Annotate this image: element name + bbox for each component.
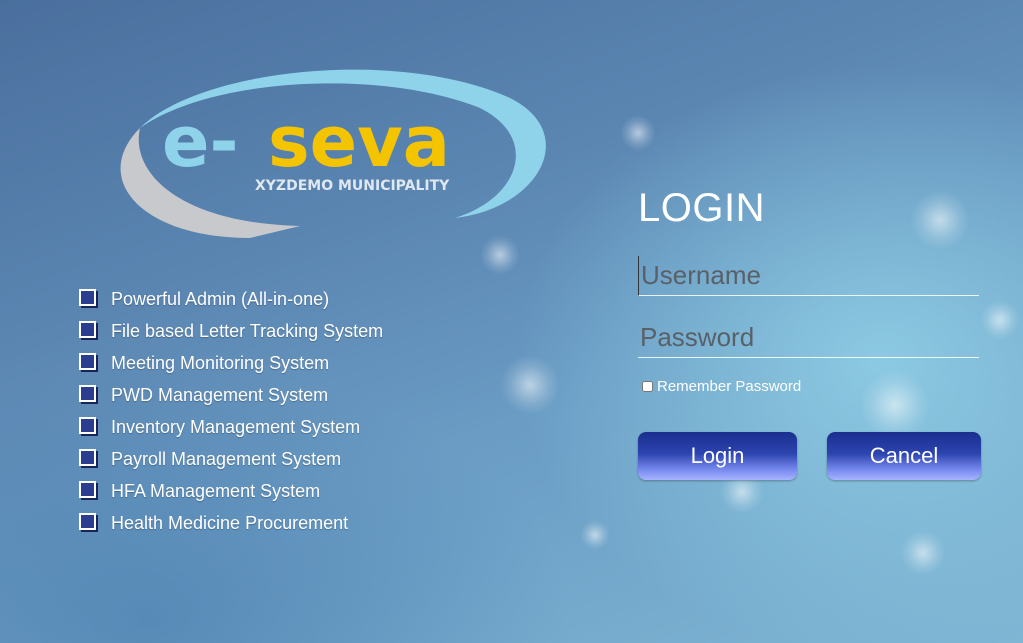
feature-label: Payroll Management System	[111, 448, 342, 469]
login-button[interactable]: Login	[638, 432, 797, 480]
list-item: Meeting Monitoring System	[79, 347, 383, 379]
background-bokeh	[900, 530, 946, 576]
background-bokeh	[620, 115, 656, 151]
remember-password-label: Remember Password	[657, 378, 802, 395]
checkbox-bullet-icon	[79, 416, 96, 434]
background-bokeh	[500, 355, 560, 415]
username-input[interactable]	[638, 256, 979, 296]
remember-password[interactable]: Remember Password	[642, 378, 801, 395]
list-item: Health Medicine Procurement	[79, 507, 383, 539]
list-item: PWD Management System	[79, 379, 383, 411]
remember-password-checkbox[interactable]	[642, 381, 653, 392]
password-input[interactable]	[638, 318, 979, 358]
feature-label: File based Letter Tracking System	[111, 320, 384, 341]
e-seva-logo: e- seva XYZDEMO MUNICIPALITY	[120, 69, 546, 238]
logo-e: e-	[162, 101, 239, 183]
logo-seva: seva	[268, 101, 450, 183]
checkbox-bullet-icon	[79, 480, 96, 498]
list-item: Inventory Management System	[79, 411, 383, 443]
feature-label: Powerful Admin (All-in-one)	[111, 288, 330, 309]
background-bokeh	[910, 190, 970, 250]
feature-label: Inventory Management System	[111, 416, 361, 437]
checkbox-bullet-icon	[79, 448, 96, 466]
feature-label: Meeting Monitoring System	[111, 352, 330, 373]
checkbox-bullet-icon	[79, 288, 96, 306]
list-item: File based Letter Tracking System	[79, 315, 383, 347]
background-bokeh	[580, 520, 610, 550]
login-title: LOGIN	[638, 186, 765, 230]
checkbox-bullet-icon	[79, 320, 96, 338]
background-bokeh	[980, 300, 1020, 340]
logo-municipality: XYZDEMO MUNICIPALITY	[255, 178, 450, 194]
feature-label: HFA Management System	[111, 480, 321, 501]
checkbox-bullet-icon	[79, 512, 96, 530]
feature-label: PWD Management System	[111, 384, 329, 405]
background-bokeh	[860, 370, 930, 440]
list-item: HFA Management System	[79, 475, 383, 507]
feature-list: Powerful Admin (All-in-one) File based L…	[79, 283, 383, 539]
cancel-button[interactable]: Cancel	[827, 432, 981, 480]
checkbox-bullet-icon	[79, 384, 96, 402]
list-item: Payroll Management System	[79, 443, 383, 475]
feature-label: Health Medicine Procurement	[111, 512, 349, 533]
list-item: Powerful Admin (All-in-one)	[79, 283, 383, 315]
checkbox-bullet-icon	[79, 352, 96, 370]
